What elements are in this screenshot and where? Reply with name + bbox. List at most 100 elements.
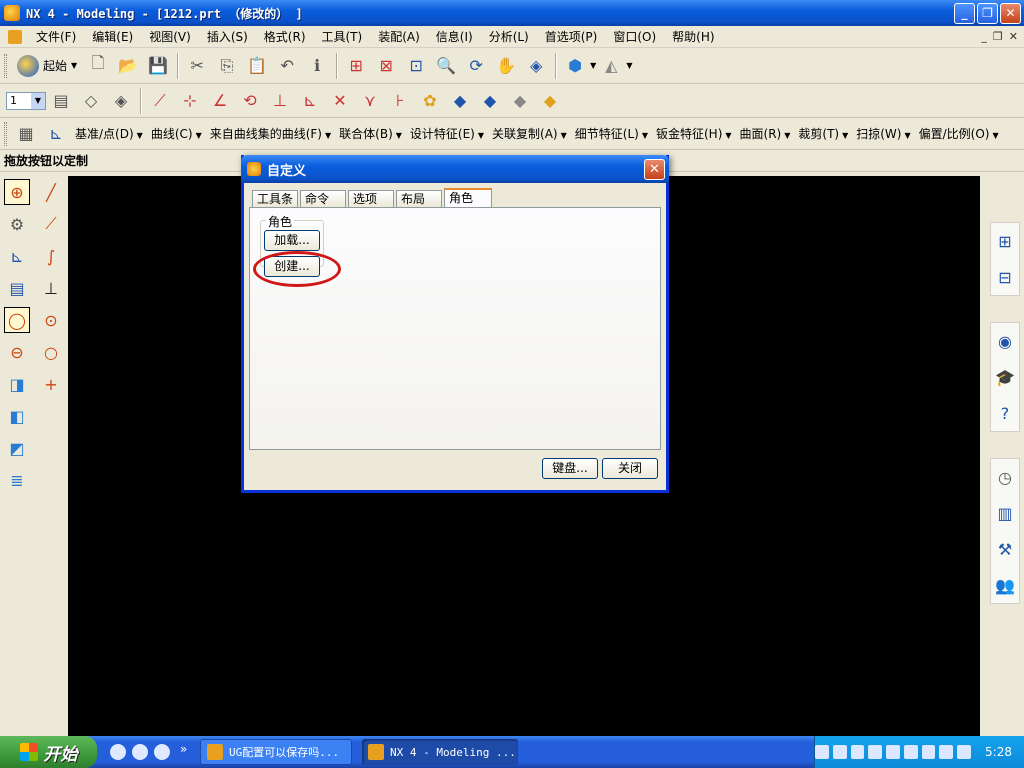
taskbar-item-nx[interactable]: NX 4 - Modeling ... bbox=[362, 739, 518, 765]
help-icon[interactable]: ? bbox=[992, 400, 1018, 426]
menu-offset-scale[interactable]: 偏置/比例(O) ▼ bbox=[915, 125, 1003, 142]
pan-icon[interactable]: ✋ bbox=[493, 53, 519, 79]
menu-preferences[interactable]: 首选项(P) bbox=[537, 28, 606, 45]
refresh-icon[interactable]: ◈ bbox=[523, 53, 549, 79]
snap-point-icon[interactable]: ⊕ bbox=[4, 179, 30, 205]
tab-layout[interactable]: 布局 bbox=[396, 190, 442, 207]
toolbar-grip[interactable] bbox=[4, 121, 7, 146]
volume-icon[interactable] bbox=[939, 745, 954, 759]
history-icon[interactable]: ◷ bbox=[992, 464, 1018, 490]
spline-icon[interactable]: ∫ bbox=[38, 243, 64, 269]
start-menu-button[interactable]: 起始 ▼ bbox=[17, 54, 77, 77]
wcs-xc-icon[interactable]: ✕ bbox=[327, 88, 353, 114]
tab-roles[interactable]: 角色 bbox=[444, 188, 492, 208]
invert-display-icon[interactable]: ◆ bbox=[537, 88, 563, 114]
process-studio-icon[interactable]: ⚒ bbox=[992, 536, 1018, 562]
shield-icon[interactable] bbox=[921, 745, 936, 759]
object-display-icon[interactable]: ◆ bbox=[447, 88, 473, 114]
restore-button[interactable]: ❐ bbox=[977, 3, 998, 24]
toolbar-grip[interactable] bbox=[4, 53, 7, 78]
save-icon[interactable]: 💾 bbox=[145, 53, 171, 79]
dialog-title-bar[interactable]: 自定义 ✕ bbox=[241, 155, 669, 183]
menu-assemblies[interactable]: 装配(A) bbox=[370, 28, 428, 45]
zoom-window-icon[interactable]: ⊠ bbox=[373, 53, 399, 79]
menu-surface[interactable]: 曲面(R) ▼ bbox=[736, 125, 795, 142]
color-palette-icon[interactable]: ✿ bbox=[417, 88, 443, 114]
hide-icon[interactable]: ◆ bbox=[507, 88, 533, 114]
system-materials-icon[interactable]: ▥ bbox=[992, 500, 1018, 526]
move-to-layer-icon[interactable]: ◈ bbox=[108, 88, 134, 114]
render-style-icon[interactable]: ⬢ bbox=[562, 53, 588, 79]
qq-icon[interactable] bbox=[886, 745, 900, 759]
open-icon[interactable]: 📂 bbox=[115, 53, 141, 79]
menu-detail-feature[interactable]: 细节特征(L) ▼ bbox=[571, 125, 652, 142]
assembly-icon[interactable]: ◩ bbox=[4, 435, 30, 461]
point-icon[interactable]: + bbox=[38, 371, 64, 397]
minimize-button[interactable]: _ bbox=[954, 3, 975, 24]
menu-curve-from-curves[interactable]: 来自曲线集的曲线(F) ▼ bbox=[206, 125, 335, 142]
tab-toolbars[interactable]: 工具条 bbox=[252, 190, 298, 207]
menu-insert[interactable]: 插入(S) bbox=[199, 28, 256, 45]
layer-settings-icon[interactable]: ▤ bbox=[48, 88, 74, 114]
chevron-down-icon[interactable]: ▼ bbox=[590, 61, 596, 70]
menu-view[interactable]: 视图(V) bbox=[141, 28, 199, 45]
training-icon[interactable]: 🎓 bbox=[992, 364, 1018, 390]
menu-format[interactable]: 格式(R) bbox=[256, 28, 314, 45]
paste-icon[interactable]: 📋 bbox=[244, 53, 270, 79]
edit-feature-icon[interactable]: ◧ bbox=[4, 403, 30, 429]
feature-operation-icon[interactable]: ⚙ bbox=[4, 211, 30, 237]
cut-icon[interactable]: ✂ bbox=[184, 53, 210, 79]
menu-trim[interactable]: 裁剪(T) ▼ bbox=[794, 125, 852, 142]
internet-explorer-icon[interactable]: ◉ bbox=[992, 328, 1018, 354]
sketch-curve-icon[interactable]: ◯ bbox=[4, 307, 30, 333]
keyboard-button[interactable]: 键盘... bbox=[542, 458, 598, 479]
menu-analysis[interactable]: 分析(L) bbox=[481, 28, 537, 45]
layer-visible-icon[interactable]: ◇ bbox=[78, 88, 104, 114]
copy-icon[interactable]: ⎘ bbox=[214, 53, 240, 79]
start-button[interactable]: 开始 bbox=[0, 736, 97, 768]
help-icon[interactable] bbox=[832, 745, 847, 759]
mdi-restore-button[interactable]: ❐ bbox=[993, 30, 1003, 43]
show-desktop-icon[interactable] bbox=[154, 744, 170, 760]
tangent-line-icon[interactable]: ⊥ bbox=[38, 275, 64, 301]
new-icon[interactable]: 🗋 bbox=[85, 53, 111, 79]
line-icon[interactable]: ╱ bbox=[38, 179, 64, 205]
view-orient-icon[interactable]: ◭ bbox=[598, 53, 624, 79]
tab-commands[interactable]: 命令 bbox=[300, 190, 346, 207]
expression-icon[interactable]: ▤ bbox=[4, 275, 30, 301]
line-points-icon[interactable]: ⟋ bbox=[38, 211, 64, 237]
menu-associative-copy[interactable]: 关联复制(A) ▼ bbox=[488, 125, 571, 142]
dialog-close-button[interactable]: 关闭 bbox=[602, 458, 658, 479]
chevron-down-icon[interactable]: ▼ bbox=[626, 61, 632, 70]
fit-icon[interactable]: ⊞ bbox=[343, 53, 369, 79]
menu-help[interactable]: 帮助(H) bbox=[664, 28, 722, 45]
close-button[interactable]: ✕ bbox=[1000, 3, 1021, 24]
menu-sweep[interactable]: 扫掠(W) ▼ bbox=[852, 125, 914, 142]
menu-curve[interactable]: 曲线(C) ▼ bbox=[147, 125, 206, 142]
clock[interactable]: 5:28 bbox=[985, 745, 1012, 759]
media-player-icon[interactable] bbox=[110, 744, 126, 760]
network-icon[interactable] bbox=[850, 745, 865, 759]
circle-center-icon[interactable]: ⊙ bbox=[38, 307, 64, 333]
info-icon[interactable]: ℹ bbox=[304, 53, 330, 79]
circle-icon[interactable]: ○ bbox=[38, 339, 64, 365]
wcs-dynamic-icon[interactable]: ⟋ bbox=[147, 88, 173, 114]
wcs-save-icon[interactable]: ⊦ bbox=[387, 88, 413, 114]
usb-icon[interactable] bbox=[957, 745, 972, 759]
mdi-minimize-button[interactable]: _ bbox=[981, 30, 987, 43]
wcs-set-icon[interactable]: ⊥ bbox=[267, 88, 293, 114]
work-layer-select[interactable]: 1 ▼ bbox=[6, 91, 46, 110]
quicklaunch-more-icon[interactable]: » bbox=[180, 742, 187, 756]
wcs-yc-icon[interactable]: ⋎ bbox=[357, 88, 383, 114]
close-icon[interactable]: ✕ bbox=[644, 159, 665, 180]
zoom-icon[interactable]: ⊡ bbox=[403, 53, 429, 79]
wcs-icon[interactable]: ⊾ bbox=[4, 243, 30, 269]
collapse-tray-icon[interactable] bbox=[868, 745, 883, 759]
load-role-button[interactable]: 加载... bbox=[264, 230, 320, 251]
zoom-in-out-icon[interactable]: 🔍 bbox=[433, 53, 459, 79]
analysis-icon[interactable]: ⊖ bbox=[4, 339, 30, 365]
wcs-origin-icon[interactable]: ⊹ bbox=[177, 88, 203, 114]
datum-csys-icon[interactable]: ⊾ bbox=[43, 121, 69, 147]
part-navigator-icon[interactable]: ⊟ bbox=[992, 264, 1018, 290]
menu-design-feature[interactable]: 设计特征(E) ▼ bbox=[406, 125, 488, 142]
